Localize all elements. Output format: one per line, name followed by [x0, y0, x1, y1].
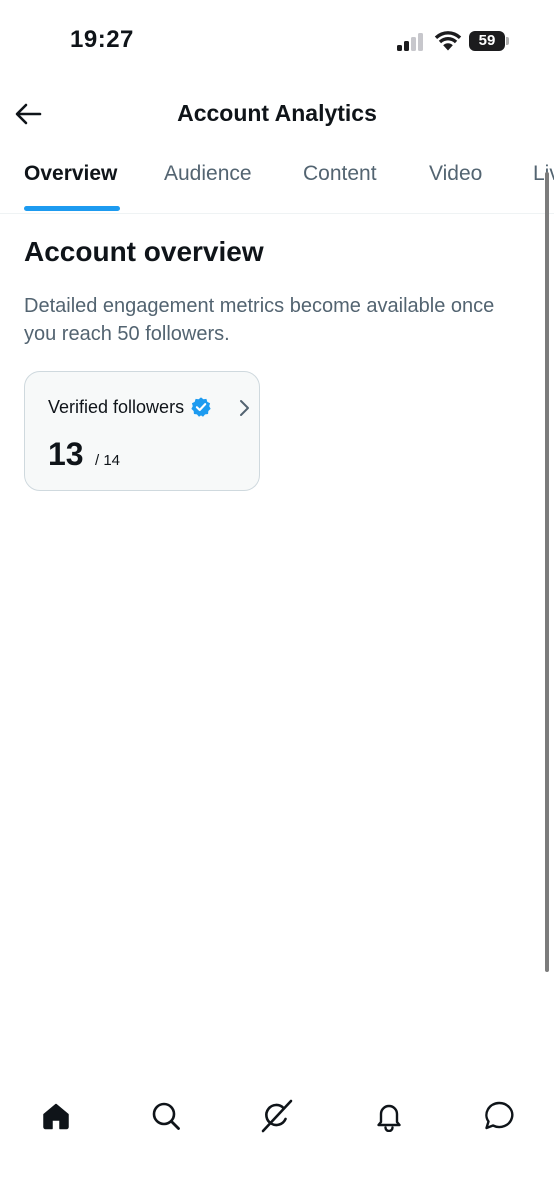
tab-bar: Overview Audience Content Video Live — [0, 152, 554, 214]
chevron-right-icon — [240, 400, 249, 416]
nav-messages-button[interactable] — [479, 1096, 519, 1136]
status-bar: 19:27 59 — [0, 0, 554, 80]
section-title: Account overview — [24, 236, 264, 267]
nav-search-button[interactable] — [146, 1096, 186, 1136]
nav-grok-button[interactable] — [257, 1096, 297, 1136]
tab-overview[interactable]: Overview — [24, 162, 117, 186]
metric-value: 13 — [48, 436, 84, 472]
tab-live[interactable]: Live — [533, 162, 554, 186]
bell-icon — [377, 1104, 401, 1132]
header: Account Analytics — [0, 86, 554, 142]
active-tab-indicator — [24, 206, 120, 211]
grok-icon — [261, 1099, 293, 1133]
bottom-nav — [0, 1080, 554, 1150]
verified-badge-icon — [191, 397, 211, 417]
status-time: 19:27 — [70, 26, 134, 53]
battery-icon: 59 — [469, 31, 509, 51]
cellular-signal-icon — [397, 33, 425, 51]
tab-audience[interactable]: Audience — [164, 162, 252, 186]
wifi-icon — [434, 31, 462, 51]
screen: 19:27 59 Account Analytics Overview Audi… — [0, 0, 554, 1200]
scrollbar[interactable] — [545, 172, 549, 972]
verified-followers-card[interactable]: Verified followers 13 / 14 — [24, 371, 260, 491]
page-title: Account Analytics — [177, 100, 377, 126]
search-icon — [152, 1102, 180, 1130]
metric-label-row: Verified followers — [48, 396, 212, 418]
metric-total: / 14 — [95, 452, 121, 469]
message-icon — [485, 1101, 514, 1130]
nav-notifications-button[interactable] — [369, 1096, 409, 1136]
home-icon — [43, 1103, 69, 1130]
metric-label: Verified followers — [48, 396, 185, 417]
battery-level: 59 — [469, 31, 505, 51]
tab-video[interactable]: Video — [429, 162, 482, 186]
tab-content[interactable]: Content — [303, 162, 377, 186]
section-description: Detailed engagement metrics become avail… — [24, 295, 495, 345]
nav-home-button[interactable] — [36, 1096, 76, 1136]
